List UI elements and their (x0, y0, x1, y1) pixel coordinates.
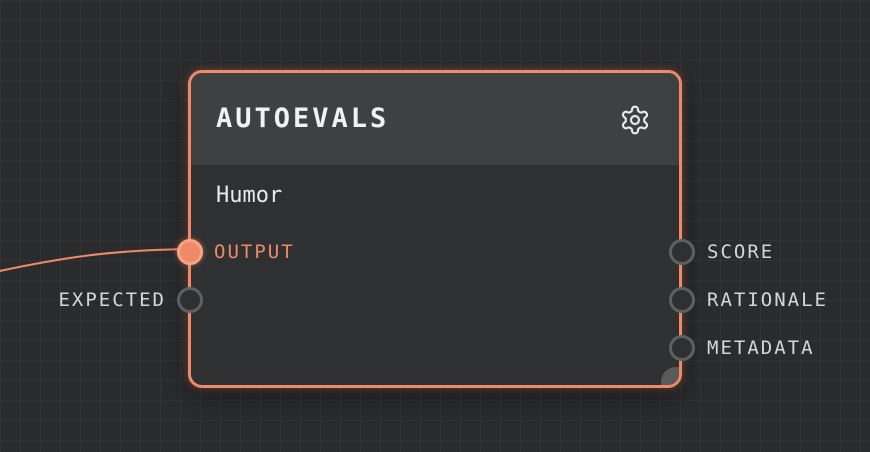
output-port-metadata[interactable] (669, 335, 695, 361)
gear-icon[interactable] (619, 104, 651, 136)
output-port-score[interactable] (669, 239, 695, 265)
output-label-rationale: RATIONALE (707, 289, 828, 311)
input-label-expected: EXPECTED (58, 289, 166, 311)
node-header[interactable]: AUTOEVALS (191, 73, 679, 165)
output-port-rationale[interactable] (669, 287, 695, 313)
node-title: AUTOEVALS (216, 103, 390, 134)
autoevals-node[interactable]: AUTOEVALS Humor (188, 70, 682, 388)
input-label-output: OUTPUT (214, 241, 295, 263)
output-label-metadata: METADATA (707, 337, 815, 359)
node-canvas[interactable]: AUTOEVALS Humor OUTPUT EXPECTED SCORE RA… (0, 0, 870, 452)
output-label-score: SCORE (707, 241, 775, 263)
input-port-output[interactable] (177, 239, 203, 265)
input-port-expected[interactable] (177, 287, 203, 313)
node-subtitle: Humor (216, 183, 283, 208)
resize-handle[interactable] (661, 367, 679, 385)
